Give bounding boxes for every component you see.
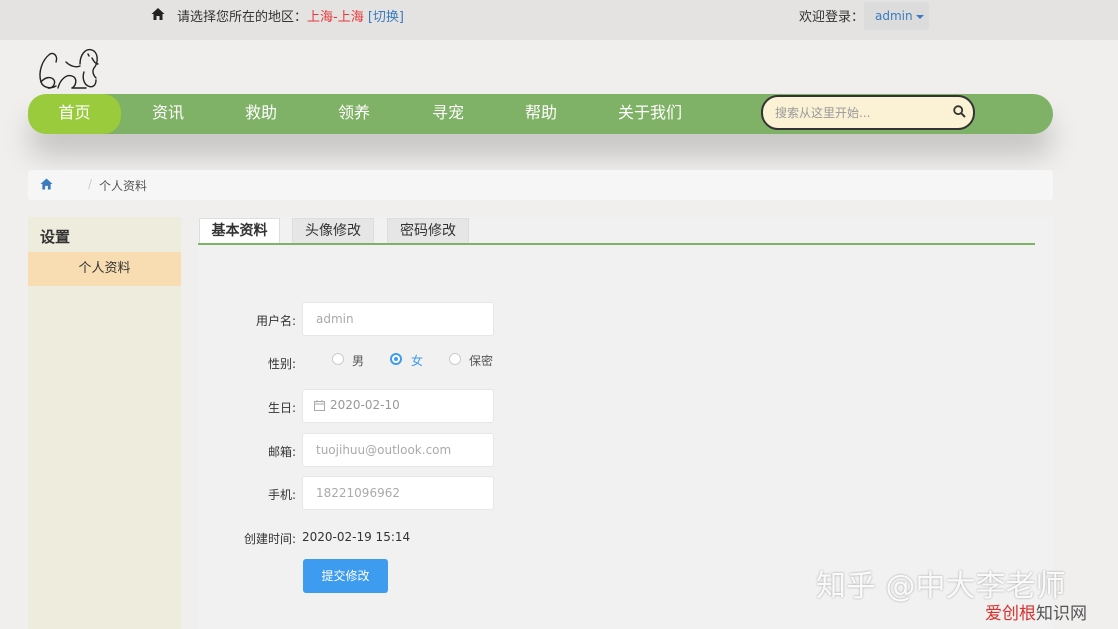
dog-logo[interactable] bbox=[36, 42, 102, 92]
nav-item-find-pet[interactable]: 寻宠 bbox=[418, 94, 478, 134]
gender-option-secret: 保密 bbox=[469, 354, 494, 368]
watermark-site: 爱创根知识网 bbox=[985, 599, 1087, 624]
phone-label: 手机: bbox=[267, 488, 296, 502]
region-prompt: 请选择您所在的地区： bbox=[177, 10, 308, 25]
settings-sidebar: 设置 个人资料 bbox=[28, 217, 181, 629]
home-icon bbox=[151, 8, 165, 20]
search-icon[interactable] bbox=[953, 105, 966, 118]
nav-item-adopt[interactable]: 领养 bbox=[324, 94, 384, 134]
birthday-value: 2020-02-10 bbox=[330, 398, 400, 412]
created-time-label: 创建时间: bbox=[243, 532, 296, 546]
gender-radio-male[interactable] bbox=[332, 353, 344, 365]
tab-avatar[interactable]: 头像修改 bbox=[292, 218, 374, 244]
search-input[interactable] bbox=[775, 103, 945, 123]
watermark-site-part2: 知识网 bbox=[1036, 604, 1087, 624]
welcome-text: 欢迎登录： bbox=[799, 10, 865, 25]
created-time-value: 2020-02-19 15:14 bbox=[302, 530, 411, 544]
email-field[interactable] bbox=[302, 433, 494, 467]
email-label: 邮箱: bbox=[267, 445, 296, 459]
submit-button[interactable]: 提交修改 bbox=[303, 559, 388, 593]
home-icon[interactable] bbox=[40, 178, 53, 190]
nav-item-news[interactable]: 资讯 bbox=[138, 94, 198, 134]
username-label: 用户名: bbox=[255, 314, 296, 328]
calendar-icon bbox=[314, 400, 325, 411]
gender-option-female: 女 bbox=[411, 354, 424, 368]
nav-item-rescue[interactable]: 救助 bbox=[231, 94, 291, 134]
breadcrumb-current: 个人资料 bbox=[99, 179, 148, 193]
user-name: admin bbox=[875, 9, 913, 23]
nav-item-about[interactable]: 关于我们 bbox=[610, 94, 690, 134]
sidebar-title: 设置 bbox=[40, 228, 71, 246]
breadcrumb-separator: / bbox=[88, 177, 93, 191]
phone-field[interactable] bbox=[302, 476, 494, 510]
main-nav: 首页 资讯 救助 领养 寻宠 帮助 关于我们 bbox=[28, 94, 1053, 134]
tabs-underline bbox=[198, 243, 1035, 245]
caret-down-icon bbox=[915, 14, 924, 19]
nav-item-home[interactable]: 首页 bbox=[28, 94, 121, 134]
watermark-site-part1: 爱创根 bbox=[985, 604, 1036, 624]
region-city: 上海-上海 bbox=[307, 10, 364, 25]
gender-option-male: 男 bbox=[352, 354, 365, 368]
tab-password[interactable]: 密码修改 bbox=[387, 218, 469, 244]
gender-radio-female[interactable] bbox=[390, 353, 402, 365]
breadcrumb: / 个人资料 bbox=[28, 170, 1053, 200]
tab-basic-info[interactable]: 基本资料 bbox=[199, 218, 280, 244]
region-selector: 请选择您所在的地区：上海-上海 [切换] bbox=[177, 6, 404, 25]
user-menu-button[interactable]: admin bbox=[864, 2, 929, 30]
top-bar: 请选择您所在的地区：上海-上海 [切换] 欢迎登录： admin bbox=[0, 0, 1118, 40]
region-switch-link[interactable]: [切换] bbox=[368, 10, 404, 25]
gender-radio-secret[interactable] bbox=[449, 353, 461, 365]
search-box bbox=[761, 95, 975, 130]
username-field[interactable] bbox=[302, 302, 494, 336]
gender-label: 性别: bbox=[267, 357, 296, 371]
birthday-label: 生日: bbox=[267, 401, 296, 415]
nav-item-help[interactable]: 帮助 bbox=[511, 94, 571, 134]
sidebar-item-profile[interactable]: 个人资料 bbox=[28, 252, 181, 286]
